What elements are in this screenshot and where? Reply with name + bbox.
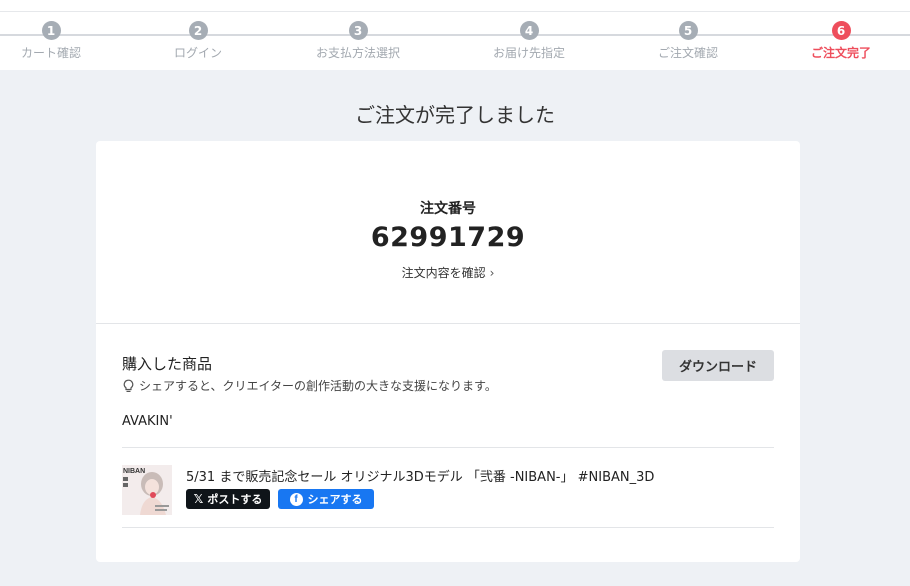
step-label: お届け先指定 bbox=[492, 46, 565, 60]
x-logo-icon: 𝕏 bbox=[193, 492, 204, 506]
share-hint-text: シェアすると、クリエイターの創作活動の大きな支援になります。 bbox=[139, 379, 497, 393]
step-label: カート確認 bbox=[20, 46, 81, 60]
step-cart-confirm: 1 カート確認 bbox=[0, 21, 121, 61]
step-number: 5 bbox=[678, 21, 698, 40]
facebook-logo-icon: f bbox=[289, 492, 303, 506]
step-login: 2 ログイン bbox=[128, 21, 268, 61]
page-title: ご注文が完了しました bbox=[355, 103, 555, 127]
step-label: ご注文確認 bbox=[657, 46, 718, 60]
item-title-link[interactable]: 5/31 まで販売記念セール オリジナル3Dモデル 「弐番 -NIBAN-」 #… bbox=[186, 466, 654, 485]
view-order-details-link[interactable]: 注文内容を確認 › bbox=[96, 264, 800, 281]
chevron-right-icon: › bbox=[489, 266, 495, 280]
step-order-complete: 6 ご注文完了 bbox=[771, 21, 910, 61]
facebook-share-label: シェアする bbox=[307, 493, 363, 506]
item-thumbnail[interactable]: NIBAN bbox=[122, 465, 172, 515]
post-to-x-label: ポストする bbox=[207, 493, 263, 506]
view-order-details-label: 注文内容を確認 bbox=[401, 266, 486, 280]
share-hint: シェアすると、クリエイターの創作活動の大きな支援になります。 bbox=[122, 377, 497, 394]
step-order-confirm: 5 ご注文確認 bbox=[618, 21, 758, 61]
lightbulb-icon bbox=[123, 379, 134, 392]
step-label: お支払方法選択 bbox=[315, 46, 400, 60]
download-button[interactable]: ダウンロード bbox=[662, 350, 774, 381]
facebook-share-button[interactable]: f シェアする bbox=[278, 489, 374, 509]
post-to-x-button[interactable]: 𝕏 ポストする bbox=[186, 489, 270, 509]
step-number: 3 bbox=[348, 21, 368, 40]
step-number: 4 bbox=[519, 21, 539, 40]
step-label: ご注文完了 bbox=[810, 46, 871, 60]
step-number: 6 bbox=[831, 21, 851, 40]
top-rule bbox=[0, 11, 910, 12]
thumbnail-logo-text: NIBAN bbox=[123, 468, 145, 475]
item-bottom-divider bbox=[122, 527, 774, 528]
order-number-label: 注文番号 bbox=[420, 201, 476, 217]
step-number: 2 bbox=[188, 21, 208, 40]
thumbnail-image: NIBAN bbox=[122, 465, 172, 515]
step-payment-method: 3 お支払方法選択 bbox=[288, 21, 428, 61]
checkout-progress-bar: 1 カート確認 2 ログイン 3 お支払方法選択 4 お届け先指定 5 ご注文確… bbox=[0, 0, 910, 70]
purchased-items-heading: 購入した商品 bbox=[122, 355, 213, 373]
order-number: 62991729 bbox=[370, 222, 526, 253]
order-complete-card: 注文番号 62991729 注文内容を確認 › 購入した商品 シェアすると、クリエ… bbox=[96, 141, 800, 562]
creator-name[interactable]: AVAKIN' bbox=[122, 414, 173, 429]
item-top-divider bbox=[122, 447, 774, 448]
step-label: ログイン bbox=[173, 46, 222, 60]
step-number: 1 bbox=[41, 21, 61, 40]
step-delivery-address: 4 お届け先指定 bbox=[459, 21, 599, 61]
section-divider bbox=[96, 323, 800, 324]
